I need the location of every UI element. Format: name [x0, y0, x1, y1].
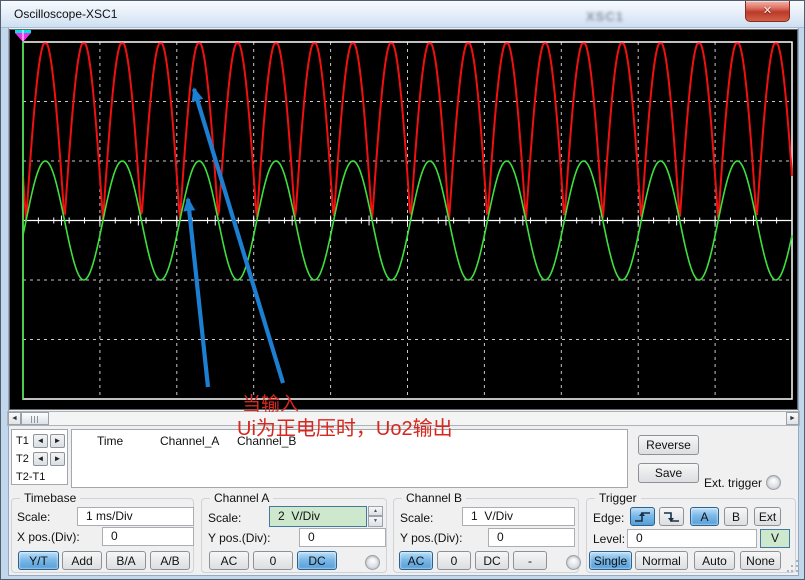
- channel-a-terminal-icon: [365, 555, 380, 570]
- ext-trigger-label: Ext. trigger: [704, 476, 762, 490]
- channel-a-ypos-label: Y pos.(Div):: [208, 531, 270, 545]
- channel-b-scale-label: Scale:: [400, 511, 433, 525]
- reverse-button[interactable]: Reverse: [638, 435, 699, 455]
- trigger-edge-label: Edge:: [593, 511, 624, 525]
- title-bar[interactable]: Oscilloscope-XSC1 XSC1 ✕: [1, 1, 804, 28]
- trigger-none-button[interactable]: None: [740, 551, 781, 570]
- channel-b-ypos-label: Y pos.(Div):: [400, 531, 462, 545]
- ab-button[interactable]: A/B: [150, 551, 190, 570]
- channel-b-ac-button[interactable]: AC: [399, 551, 433, 570]
- background-watermark: XSC1: [586, 9, 624, 24]
- t1-back-button[interactable]: ◄: [33, 434, 48, 448]
- spin-down-icon[interactable]: ▼: [368, 516, 383, 527]
- timebase-title: Timebase: [20, 491, 80, 505]
- rising-edge-icon: [634, 510, 652, 524]
- t2-forward-button[interactable]: ►: [50, 452, 65, 466]
- trigger-auto-button[interactable]: Auto: [694, 551, 735, 570]
- falling-edge-icon: [663, 510, 681, 524]
- channel-a-scale-field[interactable]: 2 V/Div: [269, 506, 367, 527]
- t1-forward-button[interactable]: ►: [50, 434, 65, 448]
- trigger-level-unit-select[interactable]: V: [760, 529, 790, 548]
- save-button[interactable]: Save: [638, 463, 699, 483]
- yt-button[interactable]: Y/T: [18, 551, 59, 570]
- channel-b-scale-field[interactable]: 1 V/Div: [462, 507, 575, 526]
- close-button[interactable]: ✕: [745, 1, 790, 22]
- oscilloscope-window: Oscilloscope-XSC1 XSC1 ✕ ◄ ► T1 ◄ ► T2 ◄…: [0, 0, 805, 580]
- channel-a-ypos-field[interactable]: 0: [299, 528, 386, 547]
- channel-b-terminal-icon: [566, 555, 581, 570]
- column-channel-a: Channel_A: [160, 434, 219, 448]
- trigger-ext-button[interactable]: Ext: [754, 507, 781, 526]
- window-title: Oscilloscope-XSC1: [14, 7, 117, 21]
- timebase-xpos-label: X pos.(Div):: [17, 530, 80, 544]
- thumb-grip-icon: [31, 416, 39, 423]
- trigger-b-button[interactable]: B: [724, 507, 748, 526]
- channel-b-title: Channel B: [402, 491, 466, 505]
- add-button[interactable]: Add: [62, 551, 102, 570]
- ba-button[interactable]: B/A: [106, 551, 146, 570]
- scroll-thumb[interactable]: [21, 412, 49, 425]
- scroll-left-icon[interactable]: ◄: [8, 412, 21, 425]
- column-time: Time: [97, 434, 123, 448]
- annotation-line2: Ui为正电压时，Uo2输出: [237, 412, 453, 441]
- channel-b-zero-button[interactable]: 0: [437, 551, 471, 570]
- channel-a-scale-spinner[interactable]: ▲ ▼: [368, 506, 383, 527]
- trigger-level-label: Level:: [593, 532, 625, 546]
- resize-grip-icon[interactable]: [787, 560, 798, 573]
- falling-edge-button[interactable]: [659, 507, 684, 526]
- scope-screen: [10, 30, 799, 409]
- channel-b-group: Channel B Scale: 1 V/Div Y pos.(Div): 0 …: [393, 498, 579, 573]
- t2-label: T2: [16, 453, 29, 465]
- trigger-single-button[interactable]: Single: [589, 551, 632, 570]
- cursor-panel: T1 ◄ ► T2 ◄ ► T2-T1: [11, 429, 68, 485]
- scroll-right-icon[interactable]: ►: [786, 412, 799, 425]
- channel-a-dc-button[interactable]: DC: [297, 551, 337, 570]
- timebase-scale-label: Scale:: [17, 510, 50, 524]
- spin-up-icon[interactable]: ▲: [368, 506, 383, 516]
- trigger-normal-button[interactable]: Normal: [635, 551, 688, 570]
- trigger-group: Trigger Edge: A B Ext Level: 0 V Single …: [586, 498, 796, 573]
- trigger-level-field[interactable]: 0: [627, 529, 757, 548]
- t2-t1-label: T2-T1: [16, 471, 45, 483]
- channel-b-ypos-field[interactable]: 0: [488, 528, 575, 547]
- channel-b-dc-button[interactable]: DC: [475, 551, 509, 570]
- t2-back-button[interactable]: ◄: [33, 452, 48, 466]
- channel-a-title: Channel A: [210, 491, 273, 505]
- channel-b-minus-button[interactable]: -: [513, 551, 547, 570]
- channel-a-scale-label: Scale:: [208, 511, 241, 525]
- trigger-a-button[interactable]: A: [690, 507, 719, 526]
- timebase-scale-field[interactable]: 1 ms/Div: [77, 507, 194, 526]
- channel-a-ac-button[interactable]: AC: [209, 551, 249, 570]
- timebase-group: Timebase Scale: 1 ms/Div X pos.(Div): 0 …: [11, 498, 194, 573]
- scope-display-bezel: [9, 29, 798, 410]
- timebase-xpos-field[interactable]: 0: [102, 527, 194, 546]
- channel-a-group: Channel A Scale: 2 V/Div ▲ ▼ Y pos.(Div)…: [201, 498, 387, 573]
- ext-trigger-terminal-icon: [766, 475, 781, 490]
- trigger-title: Trigger: [595, 491, 641, 505]
- channel-a-zero-button[interactable]: 0: [253, 551, 293, 570]
- rising-edge-button[interactable]: [630, 507, 655, 526]
- t1-label: T1: [16, 435, 29, 447]
